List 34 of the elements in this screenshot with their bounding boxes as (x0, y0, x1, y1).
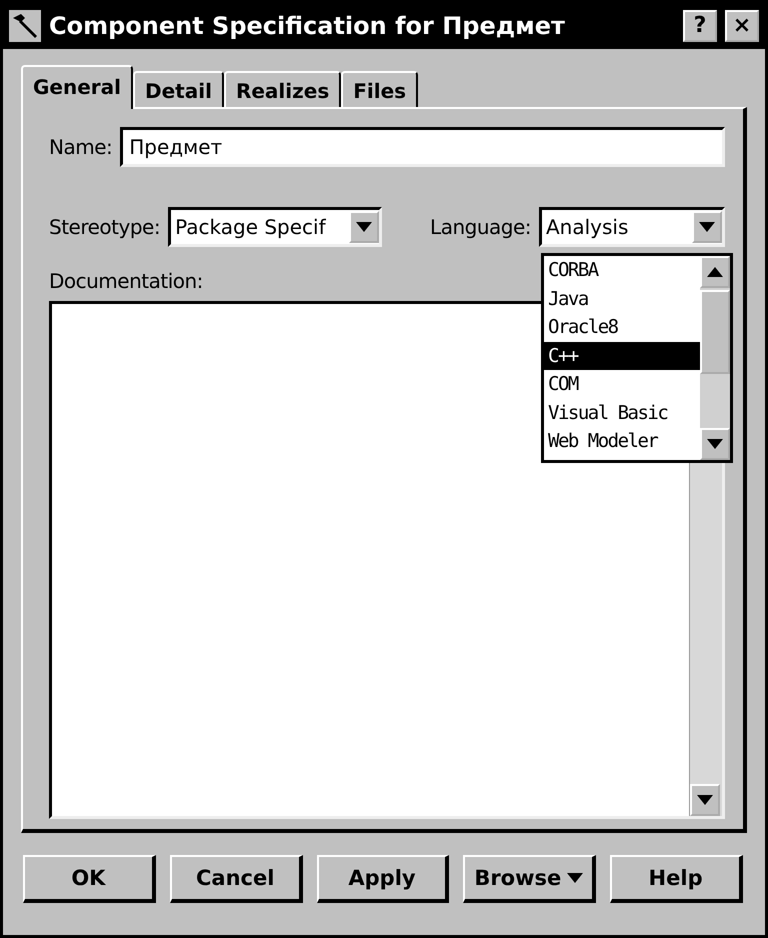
name-field[interactable]: Предмет (120, 127, 725, 167)
tab[interactable]: Files (341, 71, 418, 107)
hammer-icon (9, 10, 41, 42)
scroll-up-button[interactable] (700, 256, 730, 288)
dialog-button[interactable]: Apply (316, 855, 450, 903)
close-button[interactable]: × (725, 10, 759, 42)
stereotype-dropdown[interactable]: Package Specif (168, 207, 382, 247)
dropdown-arrow-button[interactable] (349, 211, 380, 243)
scroll-down-button[interactable] (700, 428, 730, 460)
scroll-thumb[interactable] (700, 290, 730, 374)
dropdown-arrow-button[interactable] (692, 211, 722, 243)
dialog-button[interactable]: Browse (463, 855, 596, 903)
caret-icon (697, 795, 713, 805)
name-label: Name: (49, 135, 112, 159)
window-title: Component Specification for Предмет (49, 12, 566, 40)
caret-icon (707, 439, 723, 449)
stereotype-label: Stereotype: (49, 215, 160, 239)
language-dropdown[interactable]: Analysis (539, 207, 725, 247)
list-option[interactable]: C++ (544, 342, 700, 370)
caret-icon (356, 222, 372, 232)
caret-icon (699, 222, 715, 232)
tab[interactable]: Detail (133, 71, 224, 107)
help-button[interactable]: ? (683, 10, 717, 42)
tab[interactable]: General (21, 65, 133, 109)
dialog-button[interactable]: Help (610, 855, 743, 903)
language-label: Language: (430, 215, 531, 239)
tab[interactable]: Realizes (224, 71, 342, 107)
dialog-button[interactable]: OK (23, 855, 156, 903)
documentation-label: Documentation: (49, 269, 203, 293)
caret-icon (567, 873, 584, 883)
scroll-down-button[interactable] (690, 784, 720, 816)
scrollbar[interactable] (700, 256, 730, 460)
caret-icon (707, 267, 723, 277)
dialog-button[interactable]: Cancel (170, 855, 303, 903)
